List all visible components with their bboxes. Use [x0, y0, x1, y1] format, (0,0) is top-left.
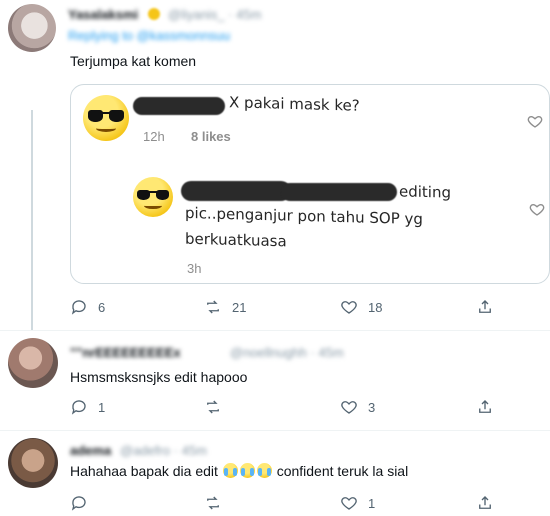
- ig-comment-text: pic..penganjur pon tahu SOP yg: [185, 203, 423, 229]
- share-button[interactable]: [476, 398, 494, 416]
- retweet-icon: [207, 496, 219, 510]
- heart-icon: [529, 203, 545, 216]
- retweet-count: 21: [232, 299, 247, 315]
- tweet-text: Terjumpa kat komen: [70, 53, 197, 69]
- sunglasses-emoji-icon: [133, 177, 173, 217]
- tweet-username[interactable]: Yasalaksmi: [68, 7, 138, 22]
- retweet-button[interactable]: [204, 398, 232, 416]
- share-icon: [479, 496, 491, 509]
- heart-icon: [341, 301, 357, 314]
- retweet-button[interactable]: 21: [204, 298, 246, 316]
- avatar[interactable]: [8, 4, 56, 52]
- verified-badge-icon: [148, 8, 160, 20]
- retweet-button[interactable]: [204, 494, 232, 512]
- thread-line: [31, 110, 33, 330]
- ig-comment-likes: 8 likes: [191, 129, 231, 144]
- like-button[interactable]: 3: [340, 398, 375, 416]
- heart-icon: [527, 115, 543, 128]
- avatar[interactable]: [8, 338, 58, 388]
- share-icon: [479, 400, 491, 413]
- ig-comment-time: 3h: [187, 261, 202, 276]
- tweet-username[interactable]: ""nrEEEEEEEEEx: [70, 345, 181, 360]
- share-icon: [479, 300, 491, 313]
- like-count: 18: [368, 299, 383, 315]
- redacted-username: [133, 97, 225, 115]
- reply-button[interactable]: [70, 494, 98, 512]
- tweet-text-part: Hahahaa bapak dia edit: [70, 463, 218, 479]
- tweet-text: Hahahaa bapak dia edit confident teruk l…: [70, 463, 408, 479]
- tweet-handle[interactable]: @liyanis_ · 45m: [168, 7, 261, 22]
- replying-to[interactable]: Replying to @kassmonnsuu: [68, 28, 230, 43]
- loudly-crying-face-icon: [256, 463, 272, 478]
- tweet-username[interactable]: adema: [70, 443, 111, 458]
- reply-button[interactable]: 6: [70, 298, 105, 316]
- avatar[interactable]: [8, 438, 58, 488]
- loudly-crying-face-icon: [239, 463, 255, 478]
- like-button[interactable]: 18: [340, 298, 382, 316]
- heart-icon: [341, 401, 357, 414]
- sunglasses-emoji-icon: [83, 95, 129, 141]
- ig-comment-text: berkuatkuasa: [185, 229, 287, 251]
- share-button[interactable]: [476, 298, 494, 316]
- embedded-image[interactable]: X pakai mask ke? 12h 8 likes editing pic…: [70, 84, 550, 284]
- reply-icon: [71, 400, 86, 415]
- ig-comment-text: X pakai mask ke?: [229, 93, 360, 115]
- tweet-handle[interactable]: @noellnughh · 45m: [230, 345, 344, 360]
- tweet-text-part: confident teruk la sial: [276, 463, 409, 479]
- reply-count: 1: [98, 399, 106, 415]
- divider: [0, 330, 550, 331]
- tweet-text: Hsmsmsksnsjks edit hapooo: [70, 369, 248, 385]
- reply-button[interactable]: 1: [70, 398, 105, 416]
- retweet-icon: [207, 400, 219, 414]
- ig-comment-text: editing: [399, 182, 451, 202]
- like-button[interactable]: 1: [340, 494, 375, 512]
- tweet-handle[interactable]: @adefro · 45m: [120, 443, 207, 458]
- share-button[interactable]: [476, 494, 494, 512]
- reply-icon: [71, 300, 86, 315]
- redacted-username: [281, 183, 397, 201]
- reply-icon: [71, 496, 86, 511]
- ig-comment-time: 12h: [143, 129, 165, 144]
- like-count: 1: [368, 495, 376, 511]
- divider: [0, 430, 550, 431]
- like-count: 3: [368, 399, 376, 415]
- retweet-icon: [207, 300, 219, 314]
- heart-icon: [341, 497, 357, 510]
- loudly-crying-face-icon: [222, 463, 238, 478]
- loudly-crying-emoji-group: [222, 463, 273, 479]
- redacted-username: [181, 181, 291, 201]
- reply-count: 6: [98, 299, 106, 315]
